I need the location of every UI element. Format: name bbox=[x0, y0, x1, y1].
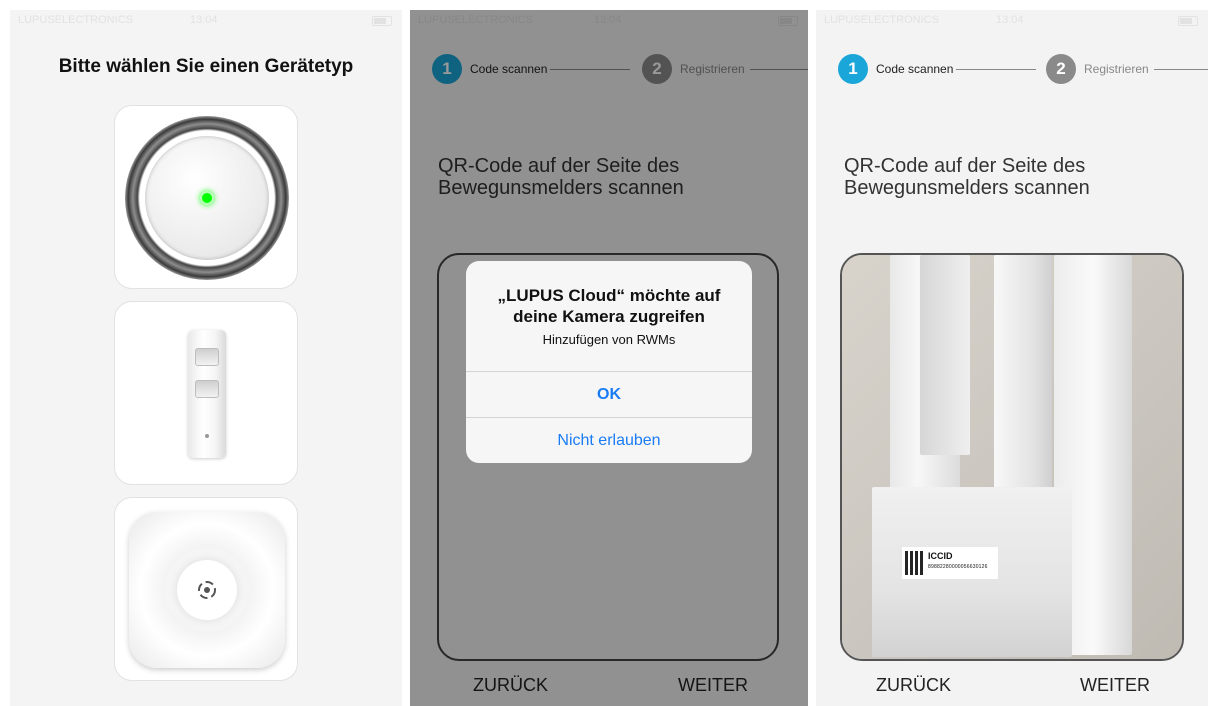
label-title: ICCID bbox=[928, 551, 953, 561]
camera-permission-alert: „LUPUS Cloud“ möchte auf deine Kamera zu… bbox=[466, 261, 752, 463]
battery-icon bbox=[1178, 16, 1198, 26]
next-button[interactable]: WEITER bbox=[1080, 675, 1150, 696]
back-button[interactable]: ZURÜCK bbox=[876, 675, 951, 696]
hub-image bbox=[129, 512, 285, 668]
step-divider bbox=[1154, 69, 1208, 70]
alert-message: Hinzufügen von RWMs bbox=[542, 332, 676, 347]
device-card-motion-detector[interactable] bbox=[114, 301, 298, 485]
step-2-label: Registrieren bbox=[1084, 62, 1149, 76]
device-label: ICCID 89882280000056630126 bbox=[902, 547, 998, 579]
step-1-label: Code scannen bbox=[876, 62, 954, 76]
instruction-line-1: QR-Code auf der Seite des bbox=[844, 155, 1086, 177]
step-1-indicator: 1 bbox=[838, 54, 868, 84]
hub-logo-icon bbox=[198, 581, 216, 599]
instruction-line-2: Bewegunsmelders scannen bbox=[844, 177, 1090, 199]
device-card-siren[interactable] bbox=[114, 105, 298, 289]
battery-icon bbox=[372, 16, 392, 26]
camera-viewfinder: ICCID 89882280000056630126 bbox=[840, 253, 1184, 661]
device-card-hub[interactable] bbox=[114, 497, 298, 681]
scan-camera-screen: LUPUSELECTRONICS 13:04 1 Code scannen 2 … bbox=[816, 10, 1208, 706]
device-type-screen: LUPUSELECTRONICS 13:04 Bitte wählen Sie … bbox=[10, 10, 402, 706]
step-divider bbox=[956, 69, 1036, 70]
page-title: Bitte wählen Sie einen Gerätetyp bbox=[58, 56, 354, 77]
scan-permission-screen: LUPUSELECTRONICS 13:04 1 Code scannen 2 … bbox=[410, 10, 808, 706]
alert-title: „LUPUS Cloud“ möchte auf deine Kamera zu… bbox=[497, 286, 721, 326]
carrier-label: LUPUSELECTRONICS bbox=[18, 14, 133, 26]
motion-detector-image bbox=[188, 330, 226, 458]
siren-image bbox=[125, 116, 289, 280]
ok-button[interactable]: OK bbox=[466, 371, 752, 418]
label-number: 89882280000056630126 bbox=[928, 564, 988, 570]
scan-instruction: QR-Code auf der Seite des Bewegunsmelder… bbox=[844, 155, 1090, 199]
status-bar: LUPUSELECTRONICS 13:04 bbox=[10, 10, 402, 30]
camera-preview: ICCID 89882280000056630126 bbox=[842, 255, 1182, 659]
qr-code-icon bbox=[905, 551, 925, 575]
status-led-icon bbox=[200, 191, 214, 205]
clock: 13:04 bbox=[190, 14, 218, 26]
stepper: 1 Code scannen 2 Registrieren bbox=[838, 54, 1208, 86]
clock: 13:04 bbox=[996, 14, 1024, 26]
carrier-label: LUPUSELECTRONICS bbox=[824, 14, 939, 26]
deny-button[interactable]: Nicht erlauben bbox=[466, 417, 752, 463]
step-2-indicator: 2 bbox=[1046, 54, 1076, 84]
status-bar: LUPUSELECTRONICS 13:04 bbox=[816, 10, 1208, 30]
